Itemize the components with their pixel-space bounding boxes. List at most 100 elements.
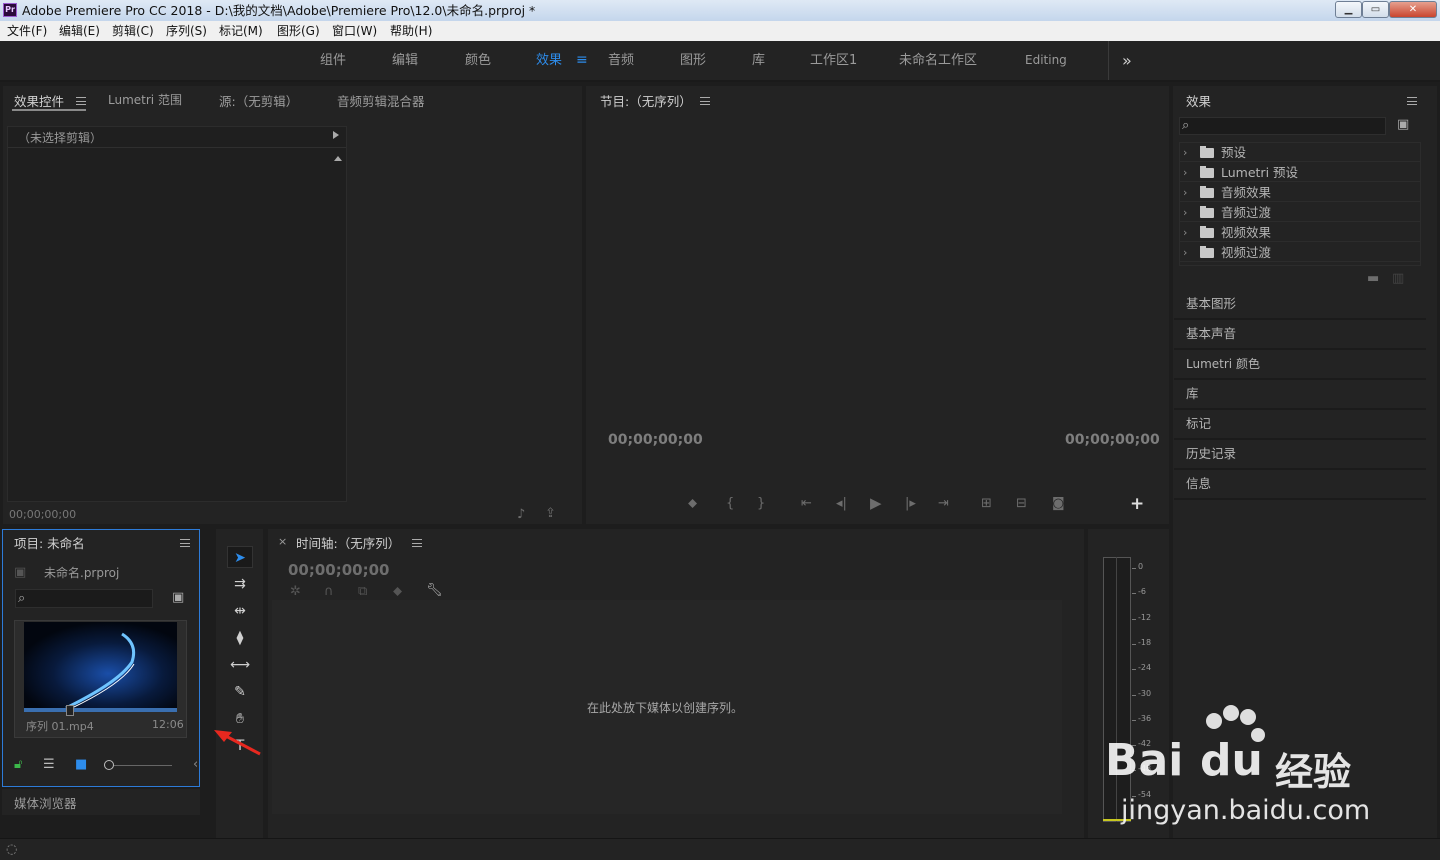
status-bar [0,838,1440,860]
thumb-scrubber-handle[interactable] [65,705,74,716]
maximize-icon[interactable]: ▭ [1362,1,1389,18]
menu-help[interactable]: 帮助(H) [390,21,432,41]
panel-menu-icon[interactable] [180,539,190,547]
minimize-icon[interactable]: ▁ [1335,1,1362,18]
panel-libraries[interactable]: 库 [1174,380,1426,410]
project-search-input[interactable] [15,589,153,608]
chevron-right-icon[interactable]: › [1183,143,1187,162]
program-timecode-playhead[interactable]: 00;00;00;00 [608,432,703,448]
workspace-editing-en[interactable]: Editing [1025,41,1067,80]
panel-essential-graphics[interactable]: 基本图形 [1174,290,1426,320]
menu-window[interactable]: 窗口(W) [332,21,377,41]
panel-menu-icon[interactable] [700,97,710,105]
tree-item-presets[interactable]: › 预设 [1180,143,1420,162]
timeline-timecode[interactable]: 00;00;00;00 [288,561,390,579]
icon-view-icon[interactable]: ■ [75,758,87,772]
tab-lumetri-scopes[interactable]: Lumetri 范围 [108,91,182,108]
linked-selection-icon[interactable]: ⧉ [358,585,367,599]
chevron-right-icon[interactable]: › [1183,183,1187,202]
mark-out-icon[interactable]: } [757,497,765,511]
meter-tick-mark [1132,643,1136,645]
audio-only-icon[interactable]: ♪ [517,508,525,522]
workspace-audio[interactable]: 音频 [608,41,634,80]
tab-audio-clip-mixer[interactable]: 音频剪辑混合器 [337,91,425,110]
scroll-up-icon[interactable] [334,156,342,161]
tree-item-lumetri-presets[interactable]: › Lumetri 预设 [1180,163,1420,182]
workspace-editing[interactable]: 编辑 [392,41,418,80]
trash-icon[interactable]: ▥ [1392,272,1404,286]
chevron-right-icon[interactable]: › [1183,223,1187,242]
menu-marker[interactable]: 标记(M) [219,21,263,41]
effects-search-input[interactable] [1179,117,1386,135]
panel-essential-sound[interactable]: 基本声音 [1174,320,1426,350]
workspace-assembly[interactable]: 组件 [320,41,346,80]
tree-item-audio-transitions[interactable]: › 音频过渡 [1180,203,1420,222]
workspace-effects[interactable]: 效果 [536,41,562,80]
workspace-overflow-icon[interactable]: » [1122,41,1132,80]
workspace-libraries[interactable]: 库 [752,41,765,80]
snap-icon[interactable]: ∩ [324,585,334,599]
panel-menu-icon[interactable] [412,539,422,547]
lock-icon[interactable]: 🔓︎ [14,758,22,772]
tab-effect-controls[interactable]: 效果控件 [14,91,64,110]
add-marker-icon[interactable]: ⬥ [688,497,697,511]
tree-item-audio-effects[interactable]: › 音频效果 [1180,183,1420,202]
list-view-icon[interactable]: ☰ [43,758,55,772]
menu-clip[interactable]: 剪辑(C) [112,21,154,41]
ripple-edit-tool-icon[interactable]: ⇹ [227,600,253,622]
panel-lumetri-color[interactable]: Lumetri 颜色 [1174,350,1426,380]
zoom-slider[interactable] [104,765,172,766]
extract-icon[interactable]: ⊟ [1016,497,1027,511]
workspace-untitled[interactable]: 未命名工作区 [899,41,977,80]
workspace-menu-icon[interactable]: ≡ [576,41,588,80]
export-frame-icon[interactable]: ◙ [1052,497,1065,511]
find-icon[interactable]: ▣ [172,591,184,605]
chevron-right-icon[interactable]: › [1183,243,1187,262]
new-custom-bin-icon[interactable]: ▣ [1397,118,1409,132]
export-icon[interactable]: ⇪ [545,507,556,521]
panel-markers[interactable]: 标记 [1174,410,1426,440]
add-marker-icon[interactable]: ⬥ [393,585,402,599]
new-bin-icon[interactable]: ▬ [1367,272,1379,286]
menu-graphics[interactable]: 图形(G) [277,21,320,41]
go-to-out-icon[interactable]: ⇥ [938,497,949,511]
mark-in-icon[interactable]: { [726,497,734,511]
thumb-scrubber[interactable] [24,708,177,712]
tree-item-video-effects[interactable]: › 视频效果 [1180,223,1420,242]
close-icon[interactable]: ✕ [1389,1,1437,18]
expand-icon[interactable] [333,131,339,139]
tab-media-browser[interactable]: 媒体浏览器 [14,793,77,812]
wrench-icon[interactable]: 🔧︎ [426,584,443,598]
panel-info[interactable]: 信息 [1174,470,1426,500]
nest-sequence-icon[interactable]: ✲ [290,585,301,599]
chevron-right-icon[interactable]: › [1183,203,1187,222]
program-timecode-duration: 00;00;00;00 [1065,432,1160,448]
panel-menu-icon[interactable] [76,97,86,105]
pen-tool-icon[interactable]: ✎ [227,681,253,703]
tab-source[interactable]: 源:（无剪辑） [219,91,298,110]
zoom-slider-handle[interactable] [104,760,114,770]
tree-item-video-transitions[interactable]: › 视频过渡 [1180,243,1420,262]
timeline-close-icon[interactable]: × [278,535,287,548]
workspace-color[interactable]: 颜色 [465,41,491,80]
step-back-icon[interactable]: ◂| [836,497,847,511]
search-icon: ⌕ [18,591,26,606]
step-forward-icon[interactable]: |▸ [905,497,916,511]
panel-menu-icon[interactable] [1407,97,1417,105]
razor-tool-icon[interactable]: ⧫ [227,627,253,649]
chevron-right-icon[interactable]: › [1183,163,1187,182]
workspace-graphics[interactable]: 图形 [680,41,706,80]
menu-file[interactable]: 文件(F) [7,21,47,41]
selection-tool-icon[interactable]: ➤ [227,546,253,568]
play-icon[interactable]: ▶ [870,496,882,511]
menu-sequence[interactable]: 序列(S) [166,21,207,41]
menu-edit[interactable]: 编辑(E) [59,21,100,41]
lift-icon[interactable]: ⊞ [981,497,992,511]
chevron-left-icon[interactable]: ‹ [193,758,198,772]
slip-tool-icon[interactable]: ⟷ [227,654,253,676]
go-to-in-icon[interactable]: ⇤ [801,497,812,511]
workspace-1[interactable]: 工作区1 [810,41,857,80]
track-select-tool-icon[interactable]: ⇉ [227,573,253,595]
panel-history[interactable]: 历史记录 [1174,440,1426,470]
button-editor-add-icon[interactable]: + [1130,496,1144,513]
